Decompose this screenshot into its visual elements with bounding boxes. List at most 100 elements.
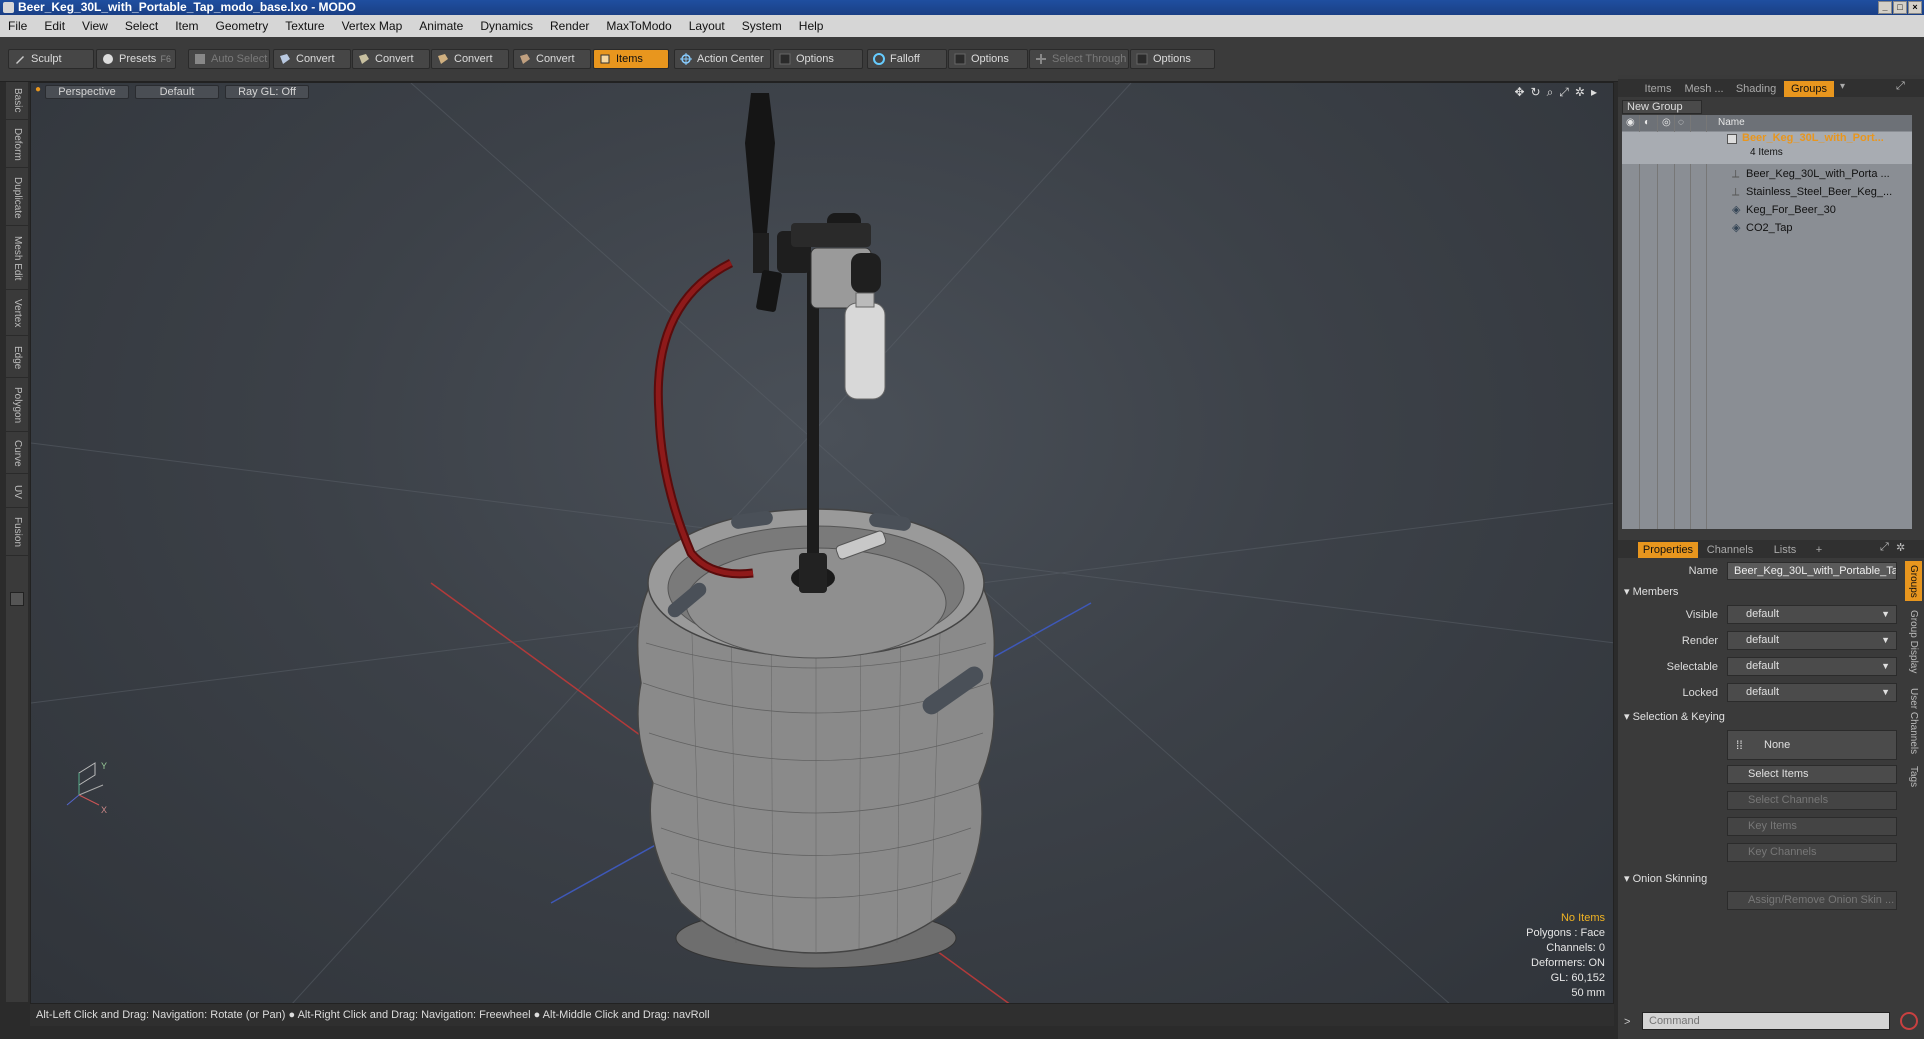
tab-items[interactable]: Items <box>1640 81 1676 97</box>
convert-button-1[interactable]: Convert <box>273 49 351 69</box>
menu-maxtomodo[interactable]: MaxToModo <box>606 19 671 33</box>
key-items-button[interactable]: Key Items <box>1727 817 1897 836</box>
right-panel: Items Mesh ... Shading Groups ▾ ⤢ New Gr… <box>1618 75 1924 1039</box>
group-member-row[interactable]: ⟂ Stainless_Steel_Beer_Keg_... <box>1622 183 1912 201</box>
items-mode-button[interactable]: Items <box>593 49 669 69</box>
tab-basic[interactable]: Basic <box>6 82 28 120</box>
onion-skinning-section[interactable]: ▾ Onion Skinning <box>1624 872 1707 885</box>
select-through-button[interactable]: Select Through <box>1029 49 1129 69</box>
group-member-row[interactable]: ⟂ Beer_Keg_30L_with_Porta ... <box>1622 165 1912 183</box>
locked-dropdown[interactable]: default ▼ <box>1727 683 1897 702</box>
side-tab-groups[interactable]: Groups <box>1905 561 1922 601</box>
menu-select[interactable]: Select <box>125 19 158 33</box>
group-count: 4 Items <box>1750 147 1783 158</box>
tab-vertex[interactable]: Vertex <box>6 292 28 336</box>
menu-item[interactable]: Item <box>175 19 198 33</box>
tab-properties[interactable]: Properties <box>1638 542 1698 558</box>
tab-dropdown-icon[interactable]: ▾ <box>1840 81 1845 92</box>
close-button[interactable]: × <box>1908 1 1922 14</box>
convert-button-4[interactable]: Convert <box>513 49 591 69</box>
convert-icon <box>280 54 290 64</box>
chevron-down-icon: ▼ <box>1881 609 1890 619</box>
minimize-button[interactable]: _ <box>1878 1 1892 14</box>
menu-file[interactable]: File <box>8 19 27 33</box>
side-tab-group-display[interactable]: Group Display <box>1905 603 1922 681</box>
axis-gizmo: Y X <box>66 761 107 815</box>
tab-toggle-button[interactable] <box>10 592 24 606</box>
menu-layout[interactable]: Layout <box>689 19 725 33</box>
add-tab-button[interactable]: + <box>1810 542 1828 558</box>
new-group-button[interactable]: New Group <box>1622 100 1702 114</box>
sculpt-button[interactable]: Sculpt <box>8 49 94 69</box>
expand-arrow-icon[interactable]: ▸ <box>1591 85 1597 100</box>
record-icon[interactable] <box>1900 1012 1918 1030</box>
shading-mode-button[interactable]: Default <box>135 85 219 99</box>
visible-dropdown[interactable]: default ▼ <box>1727 605 1897 624</box>
3d-viewport[interactable]: Y X ● Perspective Default Ray GL: Off ✥ … <box>30 82 1614 1004</box>
presets-icon <box>103 54 113 64</box>
viewport-header: ● Perspective Default Ray GL: Off ✥ ↻ ⌕ … <box>31 83 1613 101</box>
menu-view[interactable]: View <box>82 19 108 33</box>
group-member-row[interactable]: ◈ Keg_For_Beer_30 <box>1622 201 1912 219</box>
rotate-icon[interactable]: ↻ <box>1531 85 1541 100</box>
tab-lists[interactable]: Lists <box>1764 542 1806 558</box>
options-button-1[interactable]: Options <box>773 49 863 69</box>
view-type-button[interactable]: Perspective <box>45 85 129 99</box>
raygl-button[interactable]: Ray GL: Off <box>225 85 309 99</box>
menu-animate[interactable]: Animate <box>419 19 463 33</box>
convert-button-2[interactable]: Convert <box>352 49 430 69</box>
menu-vertex-map[interactable]: Vertex Map <box>342 19 403 33</box>
select-channels-button[interactable]: Select Channels <box>1727 791 1897 810</box>
selectable-dropdown[interactable]: default ▼ <box>1727 657 1897 676</box>
tab-duplicate[interactable]: Duplicate <box>6 170 28 226</box>
pan-icon[interactable]: ✥ <box>1514 85 1524 100</box>
key-channels-button[interactable]: Key Channels <box>1727 843 1897 862</box>
menu-edit[interactable]: Edit <box>44 19 65 33</box>
falloff-button[interactable]: Falloff <box>867 49 947 69</box>
tab-curve[interactable]: Curve <box>6 434 28 474</box>
group-name-field[interactable]: Beer_Keg_30L_with_Portable_Ta <box>1727 562 1897 580</box>
menu-system[interactable]: System <box>742 19 782 33</box>
group-member-row[interactable]: ◈ CO2_Tap <box>1622 219 1912 237</box>
auto-select-button[interactable]: Auto Select <box>188 49 270 69</box>
menu-dynamics[interactable]: Dynamics <box>480 19 533 33</box>
panel-expand-icon[interactable]: ⤢ <box>1896 80 1905 93</box>
command-input[interactable] <box>1642 1012 1890 1030</box>
menu-help[interactable]: Help <box>799 19 824 33</box>
side-tab-tags[interactable]: Tags <box>1905 761 1922 793</box>
tab-edge[interactable]: Edge <box>6 338 28 378</box>
members-section[interactable]: ▾ Members <box>1624 585 1678 598</box>
menu-texture[interactable]: Texture <box>285 19 324 33</box>
tab-mesh[interactable]: Mesh ... <box>1680 81 1728 97</box>
side-tab-user-channels[interactable]: User Channels <box>1905 683 1922 759</box>
menu-render[interactable]: Render <box>550 19 589 33</box>
tab-polygon[interactable]: Polygon <box>6 380 28 432</box>
tab-deform[interactable]: Deform <box>6 122 28 168</box>
checkbox-icon <box>1136 53 1148 65</box>
tab-fusion[interactable]: Fusion <box>6 510 28 556</box>
group-row[interactable]: Beer_Keg_30L_with_Port... 4 Items <box>1622 132 1912 164</box>
presets-button[interactable]: Presets F6 <box>96 49 176 69</box>
options-button-2[interactable]: Options <box>948 49 1028 69</box>
tab-channels[interactable]: Channels <box>1702 542 1758 558</box>
maximize-button[interactable]: □ <box>1893 1 1907 14</box>
zoom-icon[interactable]: ⌕ <box>1547 85 1554 100</box>
tab-mesh-edit[interactable]: Mesh Edit <box>6 228 28 290</box>
onion-skin-button[interactable]: Assign/Remove Onion Skin ... <box>1727 891 1897 910</box>
render-dropdown[interactable]: default ▼ <box>1727 631 1897 650</box>
menu-geometry[interactable]: Geometry <box>216 19 269 33</box>
select-items-button[interactable]: Select Items <box>1727 765 1897 784</box>
fit-icon[interactable]: ⤢ <box>1559 85 1569 100</box>
panel-expand-icon[interactable]: ⤢ <box>1880 541 1889 554</box>
viewport-menu-dot-icon[interactable]: ● <box>35 84 41 95</box>
action-center-button[interactable]: Action Center <box>674 49 771 69</box>
selection-keying-section[interactable]: ▾ Selection & Keying <box>1624 710 1725 723</box>
tab-shading[interactable]: Shading <box>1732 81 1780 97</box>
settings-icon[interactable]: ✲ <box>1575 85 1585 100</box>
tab-groups[interactable]: Groups <box>1784 81 1834 97</box>
options-button-3[interactable]: Options <box>1130 49 1215 69</box>
tab-uv[interactable]: UV <box>6 476 28 508</box>
panel-settings-icon[interactable]: ✲ <box>1896 541 1905 554</box>
convert-button-3[interactable]: Convert <box>431 49 509 69</box>
none-button[interactable]: ⁞⁞ None <box>1727 730 1897 760</box>
